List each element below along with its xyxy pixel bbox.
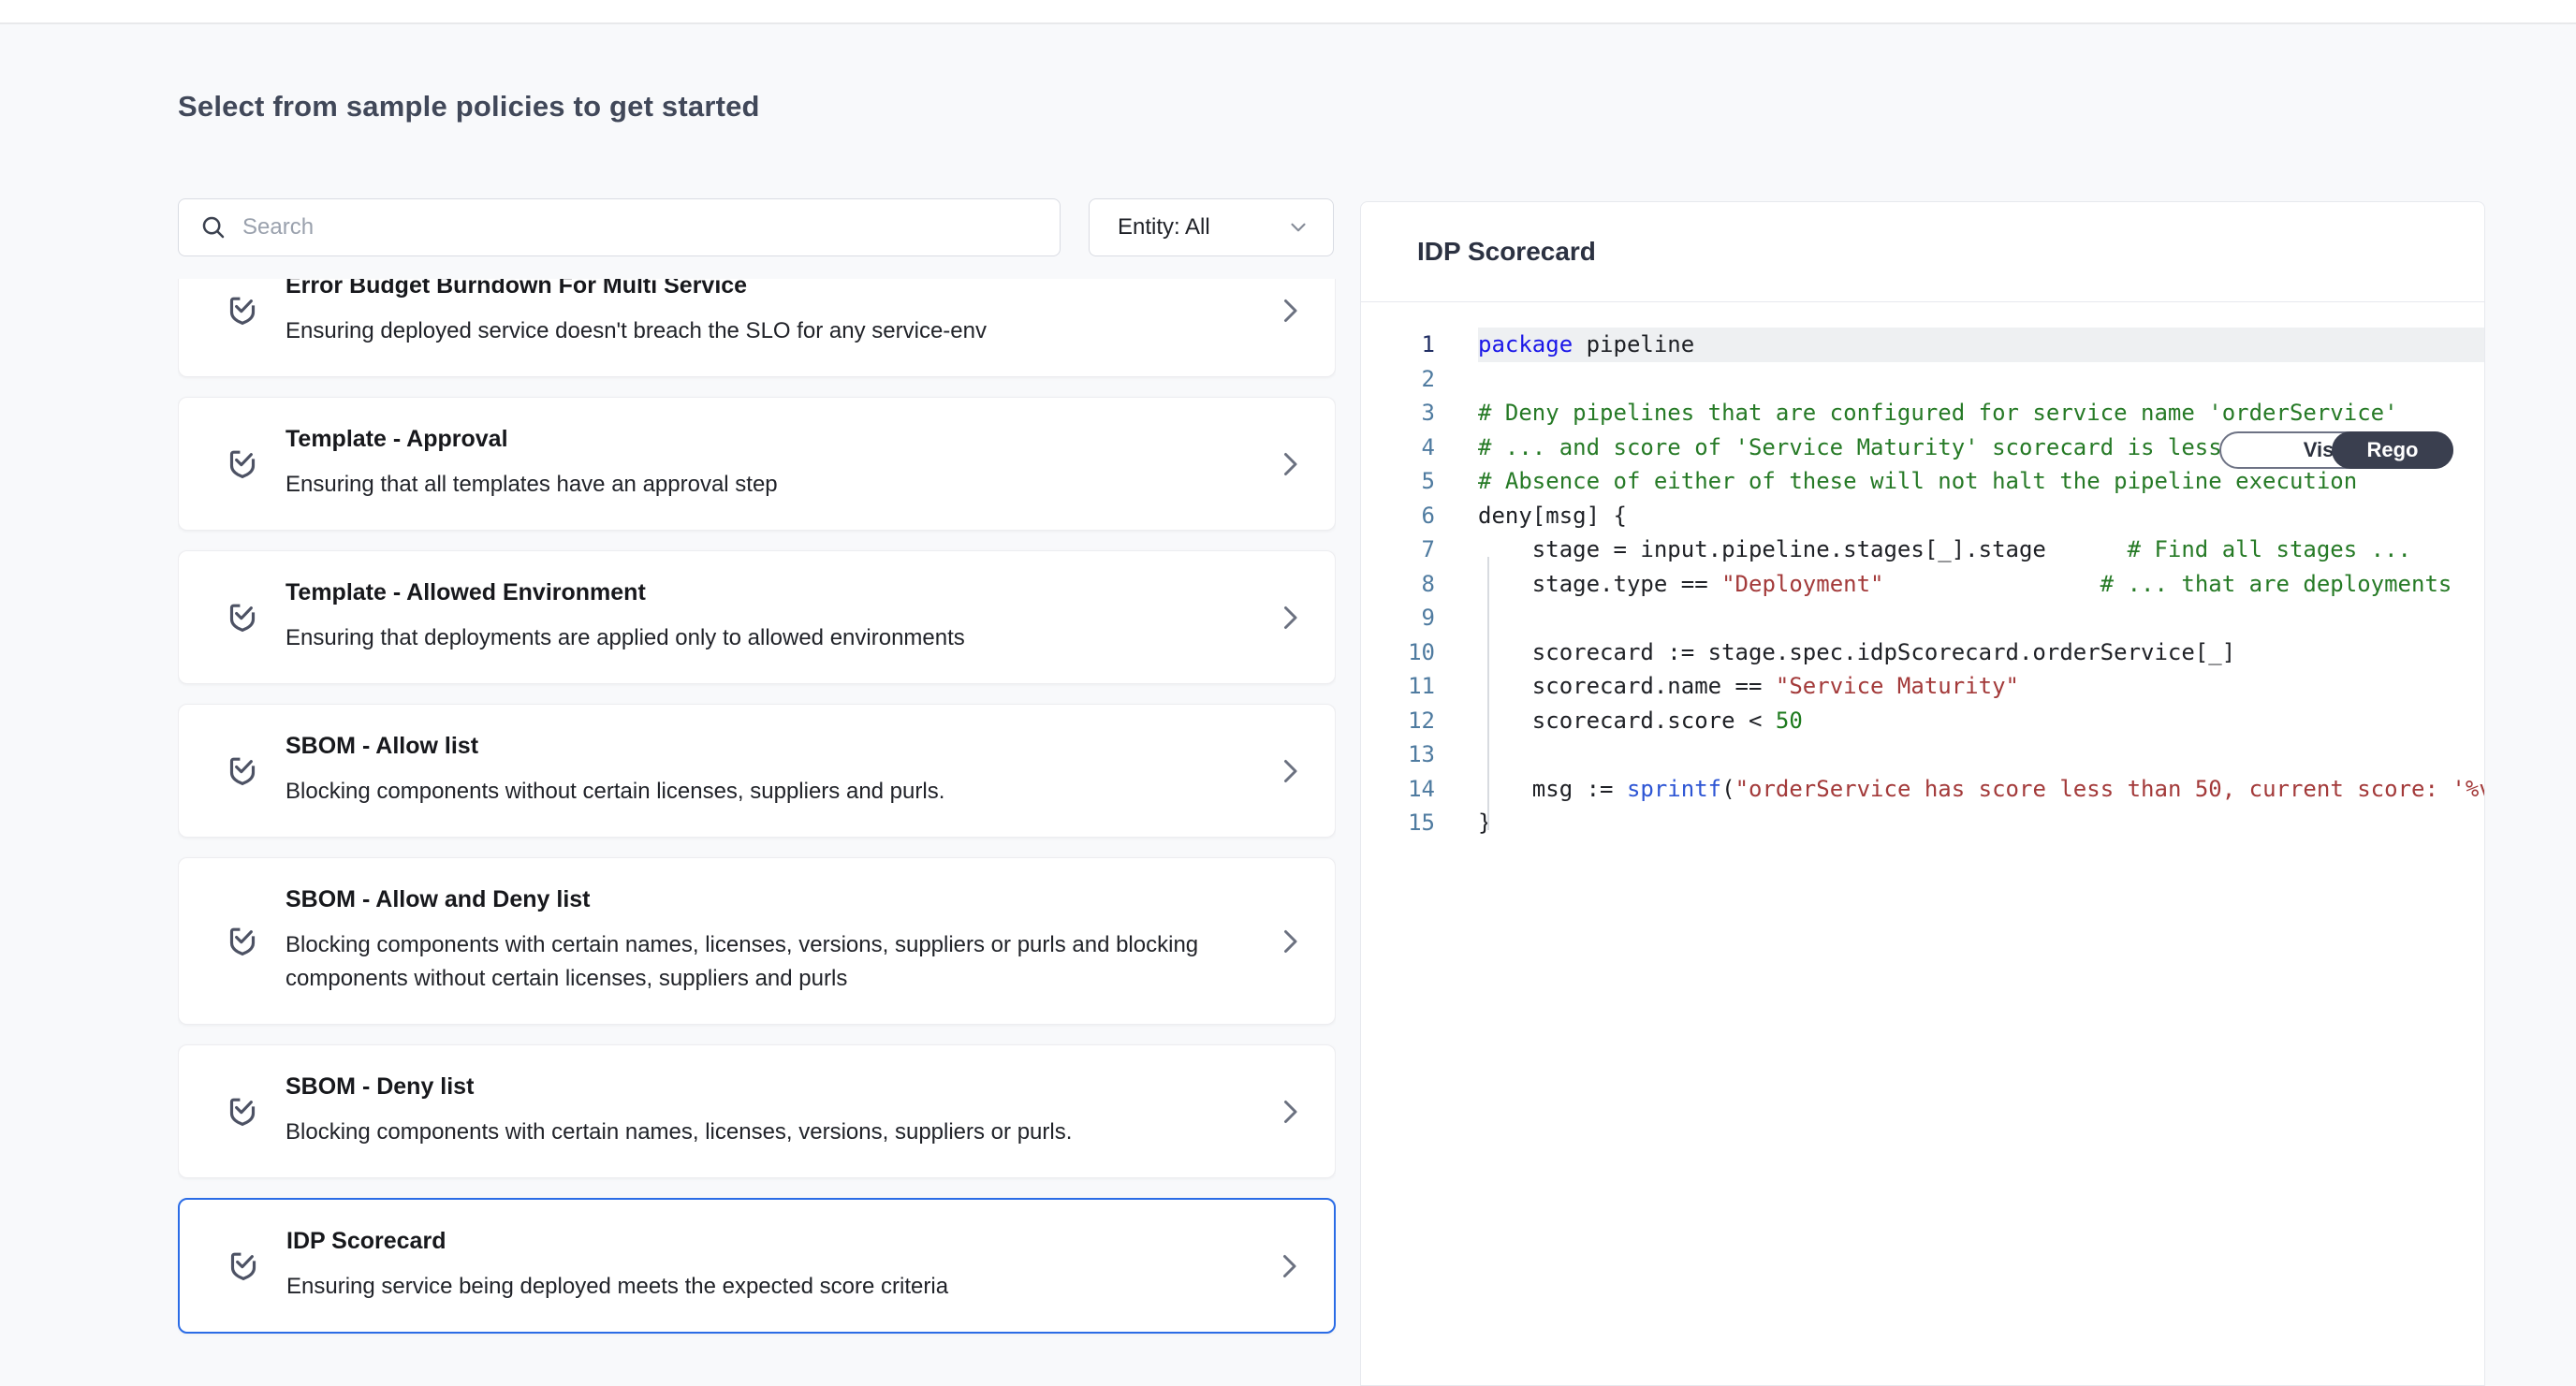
code-line-content: stage = input.pipeline.stages[_].stage #… [1478, 533, 2484, 567]
policy-card-2[interactable]: Template - Approval Ensuring that all te… [178, 397, 1336, 531]
entity-filter-dropdown[interactable]: Entity: All [1089, 198, 1334, 256]
chevron-right-icon[interactable] [1273, 754, 1307, 788]
detail-panel: IDP Scorecard 1 package pipeline 2 3 # D… [1360, 201, 2485, 1386]
view-toggle: Visual Rego [2219, 431, 2453, 469]
code-line-content: stage.type == "Deployment" # ... that ar… [1478, 567, 2484, 602]
shield-check-icon [224, 923, 261, 960]
shield-check-icon [225, 1247, 262, 1285]
code-line: 3 # Deny pipelines that are configured f… [1361, 396, 2484, 430]
policy-title: SBOM - Deny list [285, 1073, 1262, 1101]
policy-description: Blocking components without certain lice… [285, 775, 1231, 809]
code-line-content [1478, 362, 2484, 397]
detail-header: IDP Scorecard [1361, 202, 2484, 302]
line-number: 11 [1361, 669, 1452, 704]
line-number: 2 [1361, 362, 1452, 397]
code-line: 9 [1361, 601, 2484, 635]
line-number: 7 [1361, 533, 1452, 567]
toggle-option-rego[interactable]: Rego [2332, 431, 2453, 469]
code-line: 15 } [1361, 806, 2484, 840]
code-line-content: scorecard.score < 50 [1478, 704, 2484, 738]
policy-list: Error Budget Burndown For Multi Service … [178, 279, 1336, 1369]
line-number: 3 [1361, 396, 1452, 430]
chevron-right-icon[interactable] [1273, 294, 1307, 328]
code-line: 11 scorecard.name == "Service Maturity" [1361, 669, 2484, 704]
policy-description: Ensuring that all templates have an appr… [285, 468, 1231, 502]
code-line-content: deny[msg] { [1478, 499, 2484, 533]
code-line: 13 [1361, 737, 2484, 772]
code-line-content: package pipeline [1478, 328, 2484, 362]
line-number: 5 [1361, 464, 1452, 499]
policy-title: Template - Allowed Environment [285, 579, 1262, 606]
policy-description: Blocking components with certain names, … [285, 928, 1231, 996]
line-number: 10 [1361, 635, 1452, 670]
chevron-right-icon[interactable] [1273, 447, 1307, 481]
policy-card-3[interactable]: Template - Allowed Environment Ensuring … [178, 550, 1336, 684]
policy-title: IDP Scorecard [286, 1228, 1261, 1255]
page-heading: Select from sample policies to get start… [178, 90, 760, 124]
chevron-right-icon[interactable] [1273, 925, 1307, 958]
policy-description: Ensuring service being deployed meets th… [286, 1270, 1232, 1304]
policy-title: Error Budget Burndown For Multi Service [285, 279, 1262, 299]
policy-title: Template - Approval [285, 426, 1262, 453]
code-line: 6 deny[msg] { [1361, 499, 2484, 533]
shield-check-icon [224, 599, 261, 636]
code-line-content: msg := sprintf("orderService has score l… [1478, 772, 2484, 807]
code-line: 5 # Absence of either of these will not … [1361, 464, 2484, 499]
shield-check-icon [224, 445, 261, 483]
detail-panel-title: IDP Scorecard [1417, 237, 1596, 267]
shield-check-icon [224, 292, 261, 329]
line-number: 8 [1361, 567, 1452, 602]
policy-card-4[interactable]: SBOM - Allow list Blocking components wi… [178, 704, 1336, 838]
shield-check-icon [224, 752, 261, 790]
chevron-right-icon[interactable] [1272, 1249, 1306, 1283]
indent-guide [1487, 557, 1489, 830]
code-line: 8 stage.type == "Deployment" # ... that … [1361, 567, 2484, 602]
code-line: 10 scorecard := stage.spec.idpScorecard.… [1361, 635, 2484, 670]
code-line: 12 scorecard.score < 50 [1361, 704, 2484, 738]
line-number: 14 [1361, 772, 1452, 807]
entity-filter-value: Entity: All [1118, 214, 1210, 241]
policy-card-7[interactable]: IDP Scorecard Ensuring service being dep… [178, 1198, 1336, 1334]
policy-card-1[interactable]: Error Budget Burndown For Multi Service … [178, 279, 1336, 377]
top-nav-strip [0, 0, 2576, 24]
policy-description: Blocking components with certain names, … [285, 1116, 1231, 1149]
policy-card-5[interactable]: SBOM - Allow and Deny list Blocking comp… [178, 857, 1336, 1025]
line-number: 4 [1361, 430, 1452, 465]
code-line-content: # Deny pipelines that are configured for… [1478, 396, 2484, 430]
shield-check-icon [224, 1093, 261, 1131]
code-line-content: } [1478, 806, 2484, 840]
policy-description: Ensuring deployed service doesn't breach… [285, 314, 1231, 348]
code-line-content: # Absence of either of these will not ha… [1478, 464, 2484, 499]
chevron-right-icon[interactable] [1273, 1095, 1307, 1129]
policy-title: SBOM - Allow and Deny list [285, 886, 1262, 913]
line-number: 9 [1361, 601, 1452, 635]
code-line: 2 [1361, 362, 2484, 397]
policy-card-6[interactable]: SBOM - Deny list Blocking components wit… [178, 1044, 1336, 1178]
code-line: 14 msg := sprintf("orderService has scor… [1361, 772, 2484, 807]
code-lines: 1 package pipeline 2 3 # Deny pipelines … [1361, 328, 2484, 840]
line-number: 6 [1361, 499, 1452, 533]
search-icon [199, 213, 227, 241]
line-number: 13 [1361, 737, 1452, 772]
search-input[interactable] [242, 214, 1039, 241]
policy-title: SBOM - Allow list [285, 733, 1262, 760]
code-line-content [1478, 737, 2484, 772]
code-line-content: scorecard := stage.spec.idpScorecard.ord… [1478, 635, 2484, 670]
chevron-right-icon[interactable] [1273, 601, 1307, 635]
line-number: 15 [1361, 806, 1452, 840]
search-box[interactable] [178, 198, 1061, 256]
policy-description: Ensuring that deployments are applied on… [285, 621, 1231, 655]
chevron-down-icon [1286, 215, 1310, 240]
code-line: 1 package pipeline [1361, 328, 2484, 362]
code-line-content [1478, 601, 2484, 635]
code-editor[interactable]: 1 package pipeline 2 3 # Deny pipelines … [1361, 303, 2484, 1385]
code-line-content: scorecard.name == "Service Maturity" [1478, 669, 2484, 704]
line-number: 12 [1361, 704, 1452, 738]
line-number: 1 [1361, 328, 1452, 362]
code-line: 7 stage = input.pipeline.stages[_].stage… [1361, 533, 2484, 567]
